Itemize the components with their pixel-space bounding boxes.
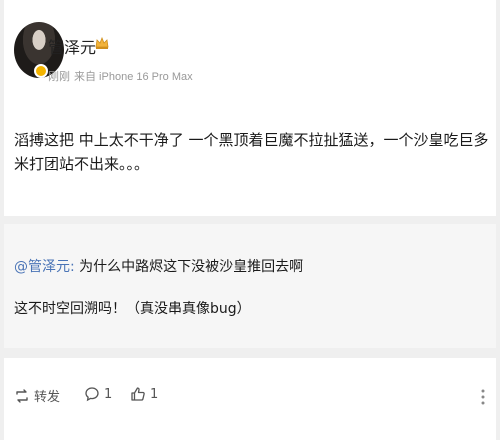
reply-text: 这不时空回溯吗！（真没串真像bug） (14, 301, 251, 317)
comment-button[interactable]: 1 (84, 386, 112, 402)
crown-icon (95, 37, 109, 49)
like-button[interactable]: 1 (130, 386, 158, 402)
username[interactable]: 管泽元 (48, 34, 96, 58)
comment-count: 1 (104, 386, 113, 402)
verified-badge-icon (34, 64, 48, 78)
post-body: 滔搏这把 中上太不干净了 一个黑顶着巨魔不拉扯猛送，一个沙皇吃巨多米打团站不出来… (14, 131, 489, 173)
mention-link[interactable]: @管泽元: (14, 259, 75, 275)
thumbs-up-icon (131, 387, 145, 401)
quoted-text: 为什么中路烬这下没被沙皇推回去啊 (74, 259, 304, 275)
quote-card (4, 224, 496, 348)
comment-icon (85, 387, 99, 402)
post-time: 刚刚 (48, 71, 70, 83)
repost-icon (16, 388, 28, 403)
more-icon[interactable] (478, 388, 488, 406)
post-source: 来自 iPhone 16 Pro Max (74, 71, 193, 83)
like-count: 1 (150, 386, 159, 402)
post-meta: 刚刚 来自 iPhone 16 Pro Max (48, 68, 193, 84)
action-bar (4, 358, 496, 440)
repost-button[interactable]: 转发 (14, 386, 60, 405)
repost-label: 转发 (34, 390, 61, 405)
post-card (4, 0, 496, 216)
quoted-comment: @管泽元: 为什么中路烬这下没被沙皇推回去啊 (14, 256, 303, 276)
